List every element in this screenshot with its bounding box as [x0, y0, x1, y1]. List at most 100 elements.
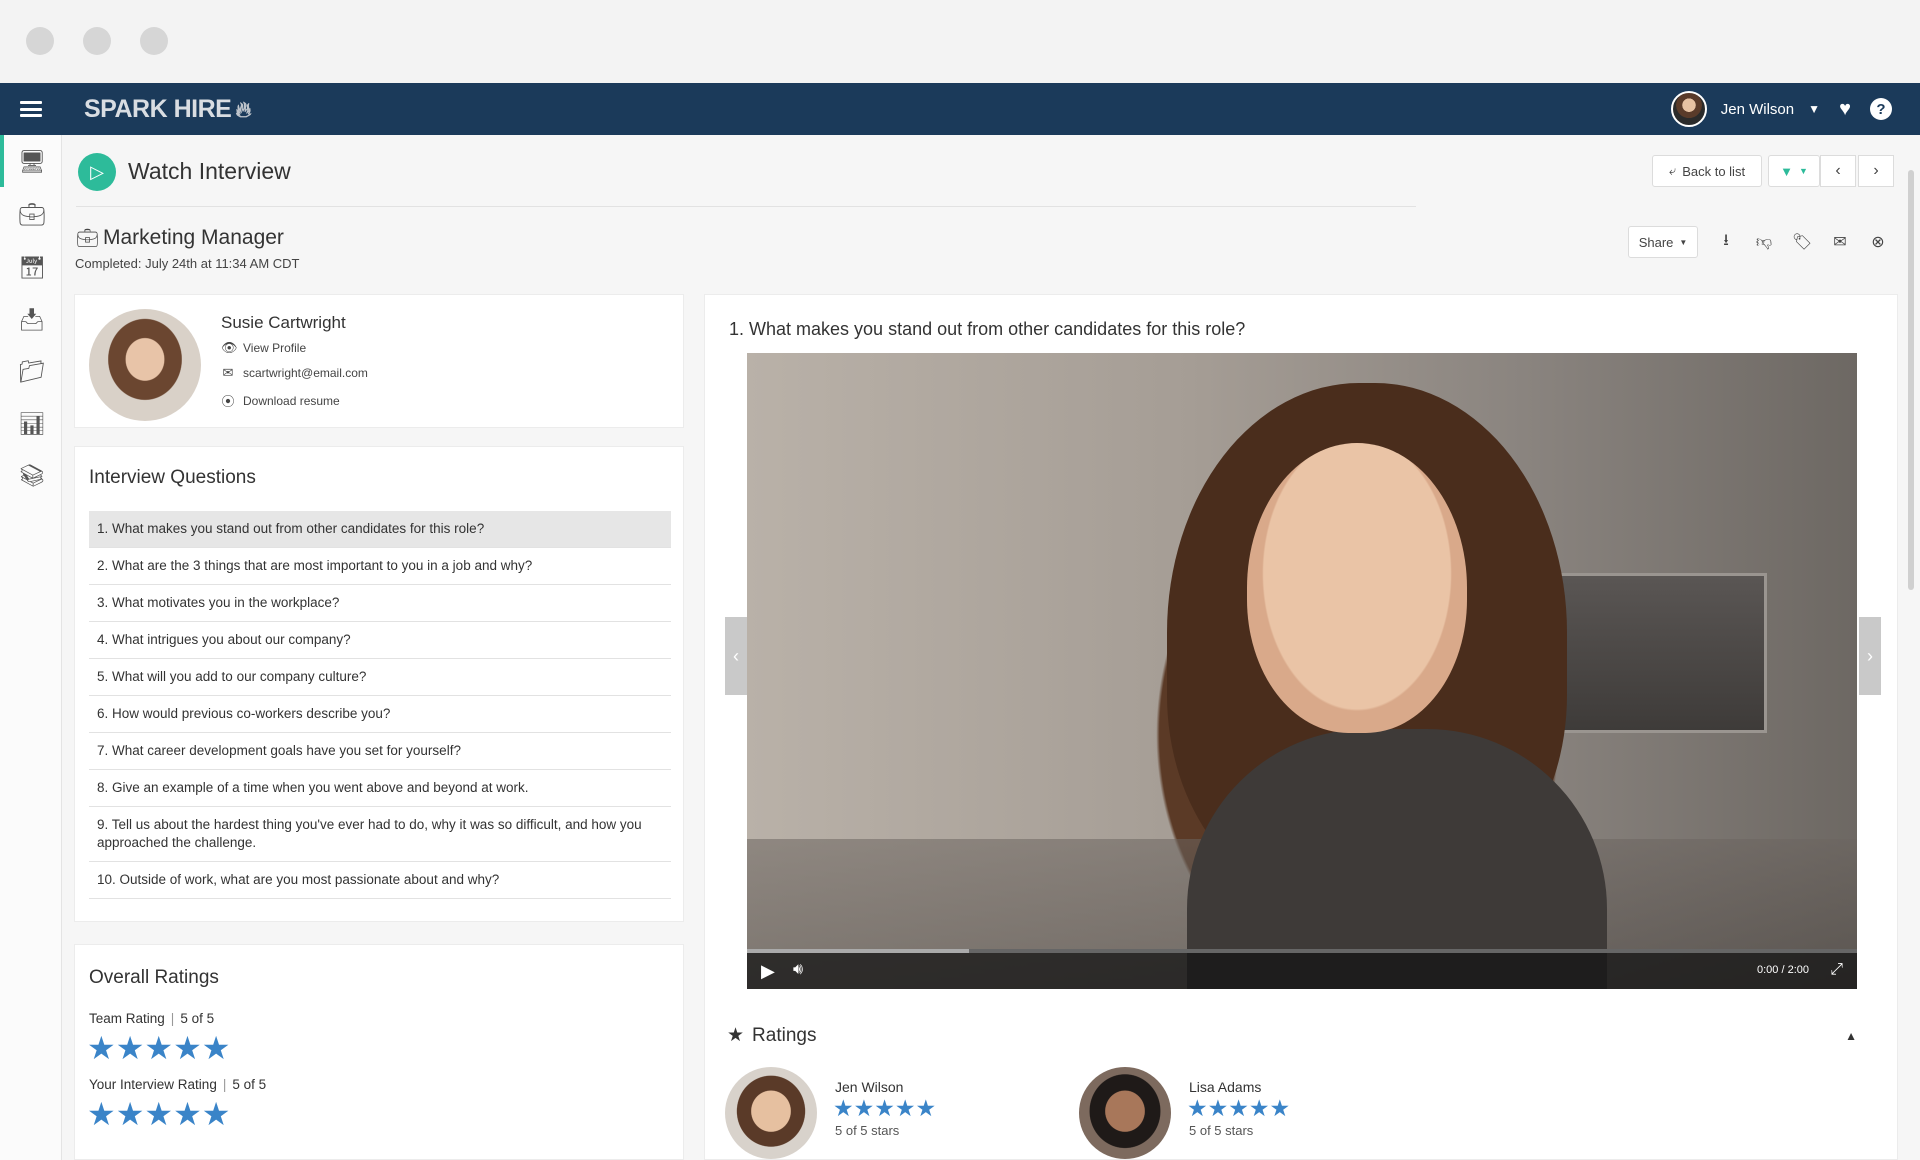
question-item[interactable]: 3. What motivates you in the workplace?: [89, 585, 671, 622]
question-item[interactable]: 8. Give an example of a time when you we…: [89, 770, 671, 807]
logo-text: SPARK HIRE: [84, 95, 232, 123]
chevron-down-icon[interactable]: ▼: [1808, 102, 1820, 116]
user-avatar[interactable]: [1670, 91, 1707, 127]
interview-questions-panel: Interview Questions 1. What makes you st…: [74, 446, 684, 922]
team-rating-label: Team Rating | 5 of 5: [89, 1011, 215, 1026]
question-item[interactable]: 1. What makes you stand out from other c…: [89, 511, 671, 548]
completed-date: Completed: July 24th at 11:34 AM CDT: [75, 256, 300, 271]
reply-arrow-icon: ⤶: [1668, 163, 1677, 178]
window-maximize-dot[interactable]: [140, 27, 168, 55]
monitor-icon[interactable]: 🖥︎: [18, 149, 46, 175]
top-nav: SPARK HIRE 🔥︎ Jen Wilson ▼ ♥ ?: [0, 83, 1920, 135]
share-button[interactable]: Share ▼: [1628, 226, 1698, 258]
video-progress-fill: [747, 949, 969, 953]
view-profile-link[interactable]: 👁︎ View Profile: [221, 340, 306, 356]
menu-icon[interactable]: [20, 101, 42, 117]
candidate-email: scartwright@email.com: [243, 366, 368, 380]
rater-photo: [725, 1067, 817, 1159]
page-scrollbar[interactable]: [1908, 170, 1914, 590]
question-item[interactable]: 6. How would previous co-workers describ…: [89, 696, 671, 733]
candidate-photo: [89, 309, 201, 421]
rater-name: Lisa Adams: [1189, 1079, 1262, 1095]
candidate-name: Susie Cartwright: [221, 313, 346, 332]
rail-active-indicator: [0, 135, 4, 187]
questions-heading: Interview Questions: [89, 467, 256, 488]
download-resume-link[interactable]: ⦿ Download resume: [221, 391, 340, 410]
window-close-dot[interactable]: [26, 27, 54, 55]
video-frame-detail: [1247, 443, 1467, 733]
video-panel: 1. What makes you stand out from other c…: [704, 294, 1898, 1160]
folder-icon[interactable]: 📁︎: [18, 359, 46, 385]
analytics-icon[interactable]: 📊︎: [18, 411, 46, 437]
video-progress-bar[interactable]: [747, 949, 1857, 953]
ratings-section-title: ★ Ratings: [727, 1024, 816, 1047]
candidate-card: Susie Cartwright 👁︎ View Profile ✉ scartwr…: [74, 294, 684, 428]
question-item[interactable]: 7. What career development goals have yo…: [89, 733, 671, 770]
video-time: 0:00 / 2:00: [1757, 964, 1809, 976]
chevron-left-icon: ‹: [1835, 162, 1841, 179]
rater-summary: 5 of 5 stars: [835, 1123, 900, 1138]
previous-button[interactable]: ‹: [1820, 155, 1856, 187]
team-rating-stars: ★★★★★: [87, 1030, 231, 1066]
chevron-down-icon: ▼: [1798, 166, 1808, 176]
your-rating-label: Your Interview Rating | 5 of 5: [89, 1077, 267, 1092]
next-button[interactable]: ›: [1858, 155, 1894, 187]
questions-list: 1. What makes you stand out from other c…: [89, 511, 671, 899]
volume-icon[interactable]: 🔊︎: [793, 961, 803, 979]
your-rating-stars[interactable]: ★★★★★: [87, 1095, 230, 1133]
question-item[interactable]: 5. What will you add to our company cult…: [89, 659, 671, 696]
overall-ratings-heading: Overall Ratings: [89, 967, 219, 988]
question-item[interactable]: 4. What intrigues you about our company?: [89, 622, 671, 659]
briefcase-icon[interactable]: 💼︎: [18, 202, 46, 228]
question-item[interactable]: 10. Outside of work, what are you most p…: [89, 862, 671, 899]
filter-button[interactable]: ▼ ▼: [1768, 155, 1820, 187]
close-circle-icon[interactable]: ⊗: [1860, 226, 1896, 258]
thumbs-down-icon[interactable]: 👎︎: [1746, 226, 1782, 258]
inbox-icon[interactable]: 📥︎: [18, 307, 46, 333]
library-icon[interactable]: 📚︎: [18, 463, 46, 489]
heart-icon[interactable]: ♥: [1834, 98, 1856, 121]
collapse-ratings-icon[interactable]: ▲: [1845, 1029, 1857, 1043]
filter-icon: ▼: [1780, 163, 1793, 179]
current-question: 1. What makes you stand out from other c…: [729, 319, 1246, 339]
share-label: Share: [1638, 234, 1674, 250]
team-rating-value: 5 of 5: [180, 1011, 215, 1026]
download-icon[interactable]: ⭳: [1708, 226, 1744, 258]
question-item[interactable]: 9. Tell us about the hardest thing you'v…: [89, 807, 671, 862]
eye-icon: 👁︎: [221, 340, 238, 355]
envelope-icon: ✉: [222, 365, 234, 380]
calendar-icon[interactable]: 📅︎: [18, 255, 46, 281]
rater-summary: 5 of 5 stars: [1189, 1123, 1254, 1138]
next-video-arrow[interactable]: ›: [1859, 617, 1881, 695]
user-name[interactable]: Jen Wilson: [1721, 101, 1794, 118]
fullscreen-icon[interactable]: ⤢: [1830, 961, 1843, 979]
download-circle-icon: ⦿: [221, 394, 235, 409]
back-to-list-button[interactable]: ⤶ Back to list: [1652, 155, 1762, 187]
ratings-title-text: Ratings: [752, 1024, 817, 1046]
page-title: Watch Interview: [128, 158, 291, 184]
previous-video-arrow[interactable]: ‹: [725, 617, 747, 695]
rater-stars: ★★★★★: [1187, 1095, 1291, 1121]
left-rail: 🖥︎ 💼︎ 📅︎ 📥︎ 📁︎ 📊︎ 📚︎: [0, 135, 62, 1160]
rater-photo: [1079, 1067, 1171, 1159]
back-to-list-label: Back to list: [1682, 163, 1746, 179]
video-frame-detail: [1547, 573, 1767, 733]
briefcase-icon: 💼︎: [76, 228, 99, 248]
logo[interactable]: SPARK HIRE 🔥︎: [84, 95, 251, 124]
team-rating-text: Team Rating: [89, 1011, 165, 1026]
video-player[interactable]: ▶ 🔊︎ 0:00 / 2:00 ⤢: [747, 353, 1857, 989]
download-resume-label: Download resume: [243, 393, 340, 408]
tag-icon[interactable]: 🏷︎: [1784, 226, 1820, 258]
window-chrome: [0, 0, 1920, 83]
chevron-down-icon: ▼: [1679, 237, 1688, 247]
play-icon[interactable]: ▶: [761, 961, 775, 982]
video-controls: ▶ 🔊︎ 0:00 / 2:00 ⤢: [747, 949, 1857, 989]
envelope-open-icon[interactable]: ✉: [1822, 226, 1858, 258]
question-item[interactable]: 2. What are the 3 things that are most i…: [89, 548, 671, 585]
email-link[interactable]: ✉ scartwright@email.com: [221, 365, 368, 381]
window-minimize-dot[interactable]: [83, 27, 111, 55]
watch-interview-icon: ▷: [78, 153, 116, 191]
flame-icon: 🔥︎: [235, 97, 251, 122]
rater-stars: ★★★★★: [833, 1095, 937, 1121]
help-icon[interactable]: ?: [1870, 98, 1892, 120]
